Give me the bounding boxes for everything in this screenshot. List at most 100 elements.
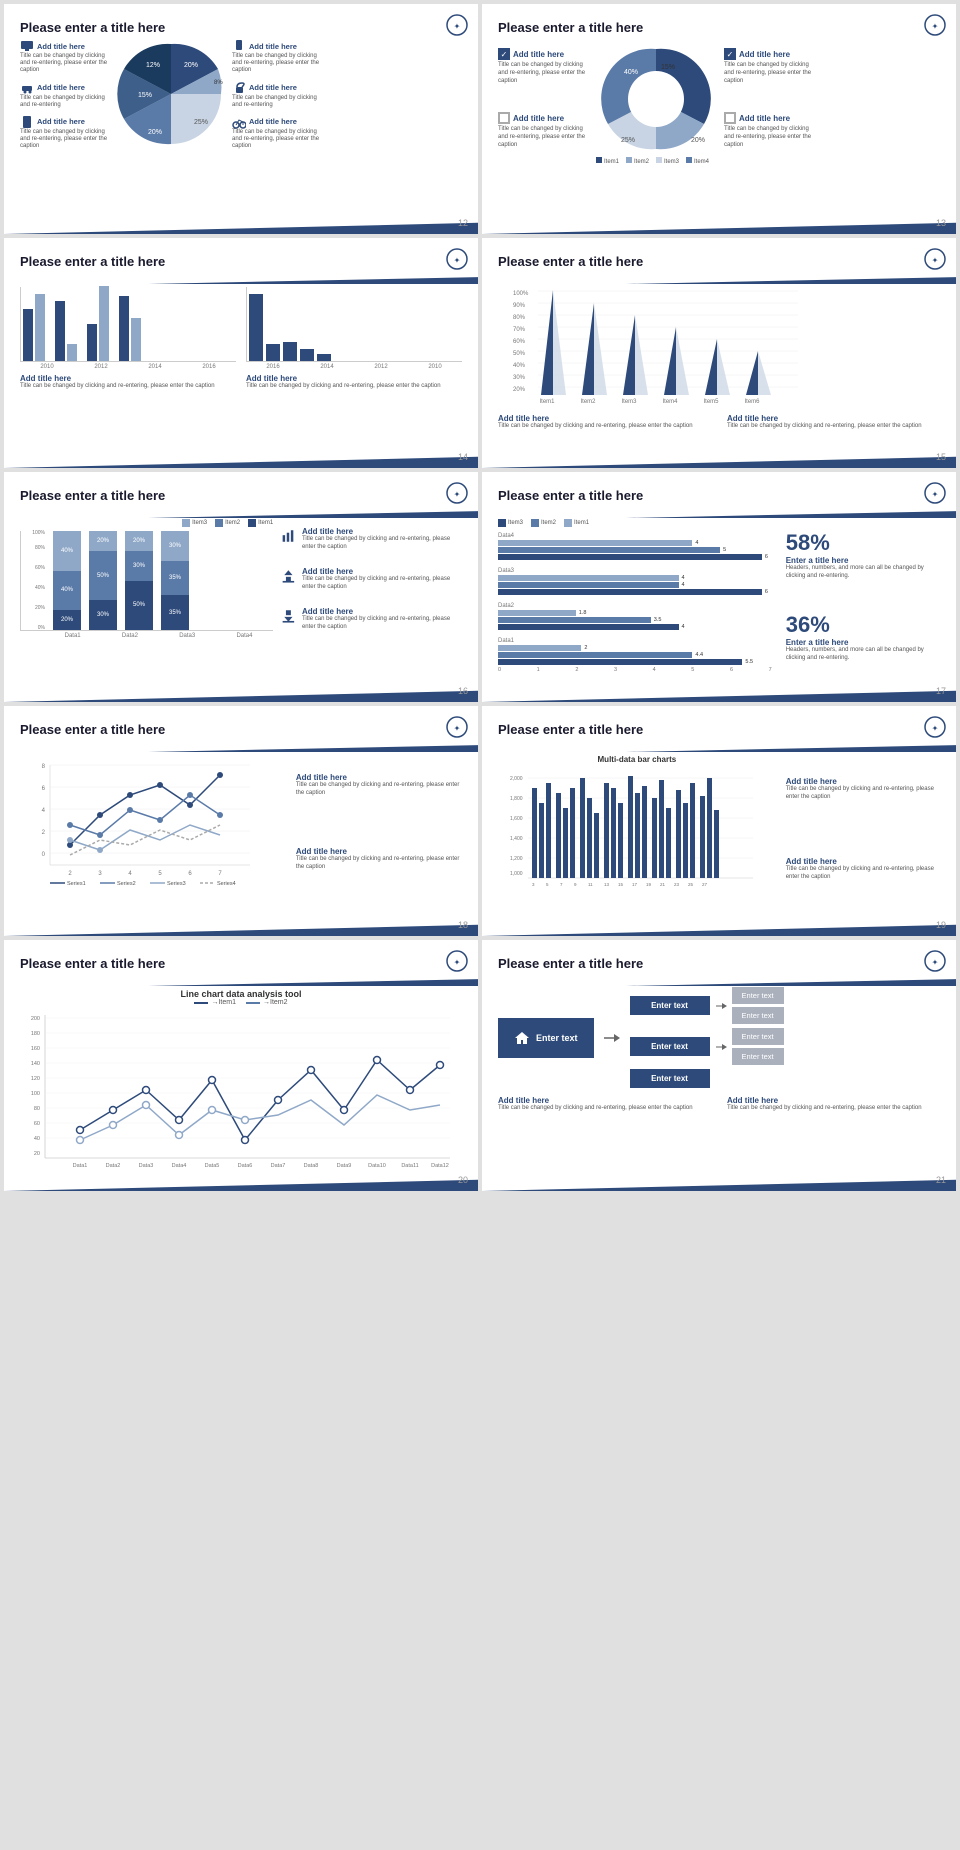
stacked-chart: Item3 Item2 Item1 100% 80% 60% 40% 20% 0… xyxy=(20,519,273,639)
h-row-data3: Data3 4 4 6 xyxy=(498,568,776,595)
svg-text:✦: ✦ xyxy=(932,22,939,31)
slide-1: Please enter a title here ✦ Add title he… xyxy=(4,4,478,234)
top-bar-4 xyxy=(482,274,956,284)
svg-text:140: 140 xyxy=(31,1061,40,1067)
check-item-4: Add title here Title can be changed by c… xyxy=(724,112,814,149)
logo-10: ✦ xyxy=(924,950,946,977)
check-2-desc: Title can be changed by clicking and re-… xyxy=(724,62,814,85)
lock-icon xyxy=(232,81,246,95)
svg-text:1,800: 1,800 xyxy=(510,796,523,802)
stack-2: 20% 50% 30% xyxy=(89,531,117,630)
text-7-1-desc: Title can be changed by clicking and re-… xyxy=(296,782,462,798)
svg-text:21: 21 xyxy=(660,882,666,887)
bar-4-2 xyxy=(131,318,141,361)
data-labels: Data1Data2Data3Data4 xyxy=(44,633,273,639)
icon-2-desc: Title can be changed by clicking and re-… xyxy=(302,576,462,592)
text-8-1-desc: Title can be changed by clicking and re-… xyxy=(786,786,940,802)
slide-number-10: 21 xyxy=(936,1175,946,1185)
icon-2-title: Add title here xyxy=(302,567,462,576)
right-labels: Add title here Title can be changed by c… xyxy=(232,39,322,151)
svg-text:20: 20 xyxy=(34,1151,40,1157)
slide-9-title: Please enter a title here xyxy=(20,956,462,971)
flow-btn-2[interactable]: Enter text xyxy=(630,1037,710,1056)
svg-text:✦: ✦ xyxy=(932,724,939,733)
svg-text:Item1: Item1 xyxy=(539,399,555,405)
upload-icon xyxy=(281,567,296,585)
slide-7-content: 8 6 4 2 0 2 3 4 5 6 7 xyxy=(20,755,462,890)
text-8-2-desc: Title can be changed by clicking and re-… xyxy=(786,866,940,882)
svg-text:15%: 15% xyxy=(661,64,675,71)
slide-3: Please enter a title here ✦ xyxy=(4,238,478,468)
svg-text:200: 200 xyxy=(31,1016,40,1022)
slide-accent-8 xyxy=(482,922,956,936)
logo-6: ✦ xyxy=(924,482,946,509)
svg-text:✦: ✦ xyxy=(932,256,939,265)
svg-text:Data9: Data9 xyxy=(337,1163,352,1169)
chart-3-1: 2010201220142016 Add title here Title ca… xyxy=(20,287,236,391)
data2-bars: 1.8 3.5 4 xyxy=(498,610,776,630)
slide-8-text: Add title here Title can be changed by c… xyxy=(786,755,940,903)
icon-1-desc: Title can be changed by clicking and re-… xyxy=(302,536,462,552)
top-bar-7 xyxy=(4,742,478,752)
svg-text:Data5: Data5 xyxy=(205,1163,220,1169)
flow-gray-2[interactable]: Enter text xyxy=(732,1007,784,1024)
slide-number-8: 19 xyxy=(936,920,946,930)
multi-bar-heading: Multi-data bar charts xyxy=(498,755,776,764)
svg-text:Series2: Series2 xyxy=(117,881,136,885)
svg-text:Data7: Data7 xyxy=(271,1163,286,1169)
check-item-2: ✓ Add title here Title can be changed by… xyxy=(724,48,814,85)
main-flow-button[interactable]: Enter text xyxy=(498,1018,594,1058)
icon-3-title: Add title here xyxy=(302,607,462,616)
svg-text:1,600: 1,600 xyxy=(510,816,523,822)
slide-number-7: 18 xyxy=(458,920,468,930)
slide-10: Please enter a title here ✦ Enter text xyxy=(482,940,956,1191)
h-legend: Item3 Item2 Item1 xyxy=(498,519,776,527)
flow-row-1: Enter text Enter text Enter text xyxy=(630,987,784,1024)
svg-text:17: 17 xyxy=(632,882,638,887)
slide-number-2: 13 xyxy=(936,218,946,228)
top-bar-5 xyxy=(4,508,478,518)
bar-group-1 xyxy=(23,309,33,361)
checkbox-2: ✓ xyxy=(724,48,736,60)
left-labels: Add title here Title can be changed by c… xyxy=(20,39,110,151)
slide-accent-10 xyxy=(482,1177,956,1191)
left-check-labels: ✓ Add title here Title can be changed by… xyxy=(498,39,588,159)
chart-4-desc1: Title can be changed by clicking and re-… xyxy=(498,423,711,431)
svg-text:Data11: Data11 xyxy=(401,1163,418,1169)
flow-btn-1[interactable]: Enter text xyxy=(630,996,710,1015)
slide-7: Please enter a title here ✦ 8 6 4 2 0 xyxy=(4,706,478,936)
text-7-2-title: Add title here xyxy=(296,847,462,856)
download-icon xyxy=(281,607,296,625)
pie-chart: 20% 8% 25% 20% 15% 12% xyxy=(116,39,226,149)
top-bar-9 xyxy=(4,976,478,986)
icon-item-3: Add title here Title can be changed by c… xyxy=(281,607,462,632)
logo-5: ✦ xyxy=(446,482,468,509)
chart-3-1-title: Add title here xyxy=(20,374,236,383)
flow-btn-3[interactable]: Enter text xyxy=(630,1069,710,1088)
svg-text:5: 5 xyxy=(158,871,162,877)
flow-gray-1[interactable]: Enter text xyxy=(732,987,784,1004)
tablet2-icon xyxy=(20,115,34,129)
svg-text:25%: 25% xyxy=(194,119,208,126)
check-4-desc: Title can be changed by clicking and re-… xyxy=(724,126,814,149)
slide-8-title: Please enter a title here xyxy=(498,722,940,737)
svg-text:7: 7 xyxy=(560,882,563,887)
slide-number-6: 17 xyxy=(936,686,946,696)
bars-3-1 xyxy=(20,287,236,362)
top-bar-8 xyxy=(482,742,956,752)
svg-text:Series1: Series1 xyxy=(67,881,86,885)
flow-col-right-1: Enter text Enter text xyxy=(732,987,784,1024)
text-8-1-title: Add title here xyxy=(786,777,940,786)
stacked-bars: 100% 80% 60% 40% 20% 0% 40% 40% 20% xyxy=(20,531,273,631)
bar-group-1b xyxy=(35,294,45,361)
svg-text:60%: 60% xyxy=(513,339,526,345)
svg-text:Item4: Item4 xyxy=(662,399,678,405)
flow-gray-4[interactable]: Enter text xyxy=(732,1048,784,1065)
chart-4-title1: Add title here xyxy=(498,414,711,423)
slide-10-content: Enter text Enter text Enter text Enter t… xyxy=(498,987,940,1113)
slide-9-content: Line chart data analysis tool →Item1 →It… xyxy=(20,989,462,1175)
svg-text:8: 8 xyxy=(42,764,46,770)
svg-text:15%: 15% xyxy=(138,92,152,99)
flow-gray-3[interactable]: Enter text xyxy=(732,1028,784,1045)
check-item-3: Add title here Title can be changed by c… xyxy=(498,112,588,149)
